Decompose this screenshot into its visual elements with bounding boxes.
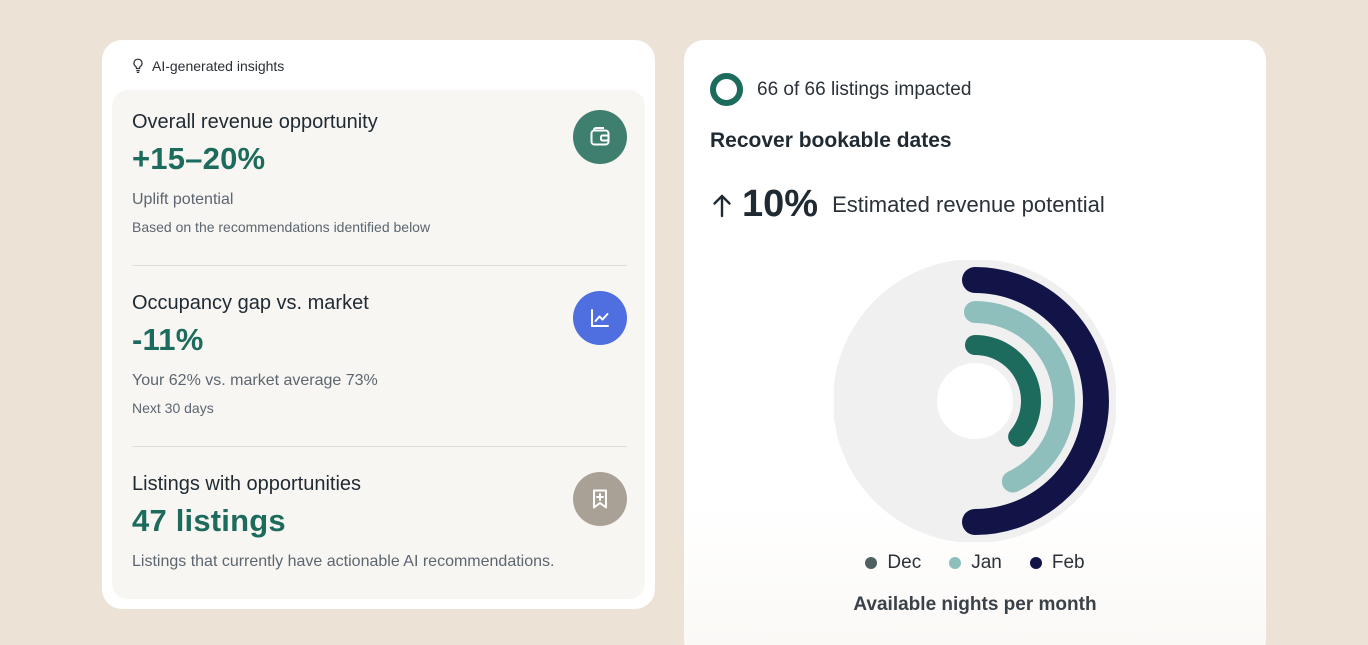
wallet-icon: [573, 110, 627, 164]
recover-card: 66 of 66 listings impacted Recover booka…: [684, 40, 1266, 645]
radial-chart-svg: [833, 259, 1117, 543]
insights-header: AI-generated insights: [132, 56, 284, 76]
radial-chart: [833, 259, 1117, 543]
legend-dot: [1029, 557, 1042, 569]
recover-title: Recover bookable dates: [710, 129, 952, 152]
legend-item-feb: Feb: [1029, 552, 1085, 574]
revenue-opportunity-title: Overall revenue opportunity: [132, 111, 378, 133]
legend-item-jan: Jan: [949, 552, 1002, 574]
listings-opportunities-section: Listings with opportunities 47 listings …: [132, 472, 627, 572]
occupancy-gap-sub: Your 62% vs. market average 73%: [132, 372, 378, 389]
line-chart-icon: [573, 291, 627, 345]
ring-icon: [710, 73, 743, 106]
insights-card: AI-generated insights Overall revenue op…: [102, 40, 655, 609]
chart-caption: Available nights per month: [853, 594, 1097, 615]
estimate-label: Estimated revenue potential: [832, 191, 1105, 217]
listings-opportunities-title: Listings with opportunities: [132, 473, 362, 495]
occupancy-gap-title: Occupancy gap vs. market: [132, 292, 369, 314]
occupancy-gap-section: Occupancy gap vs. market -11% Your 62% v…: [132, 291, 627, 417]
revenue-opportunity-sub: Uplift potential: [132, 191, 234, 208]
legend-label: Jan: [971, 552, 1002, 573]
legend-dot: [865, 557, 878, 569]
occupancy-gap-value: -11%: [132, 322, 204, 357]
legend-dot: [949, 557, 962, 569]
arrow-up-icon: [713, 194, 731, 217]
revenue-opportunity-note: Based on the recommendations identified …: [132, 219, 431, 235]
chart-legend: Dec Jan Feb: [684, 552, 1266, 574]
insights-panel: Overall revenue opportunity +15–20% Upli…: [112, 90, 645, 599]
estimate-value: 10%: [742, 183, 819, 225]
revenue-opportunity-value: +15–20%: [132, 141, 266, 176]
legend-label: Feb: [1051, 552, 1085, 573]
impact-label: 66 of 66 listings impacted: [757, 78, 972, 100]
occupancy-gap-note: Next 30 days: [132, 400, 214, 416]
revenue-opportunity-section: Overall revenue opportunity +15–20% Upli…: [132, 110, 627, 236]
insights-header-label: AI-generated insights: [152, 58, 285, 74]
section-divider: [132, 446, 627, 447]
estimate-row: 10% Estimated revenue potential: [710, 183, 1105, 226]
impact-row: 66 of 66 listings impacted: [710, 73, 971, 106]
listings-opportunities-value: 47 listings: [132, 503, 286, 538]
listings-opportunities-sub: Listings that currently have actionable …: [132, 553, 555, 570]
legend-label: Dec: [887, 552, 922, 573]
lightbulb-icon: [133, 58, 143, 73]
legend-item-dec: Dec: [865, 552, 921, 574]
section-divider: [132, 265, 627, 266]
bookmark-plus-icon: [573, 472, 627, 526]
